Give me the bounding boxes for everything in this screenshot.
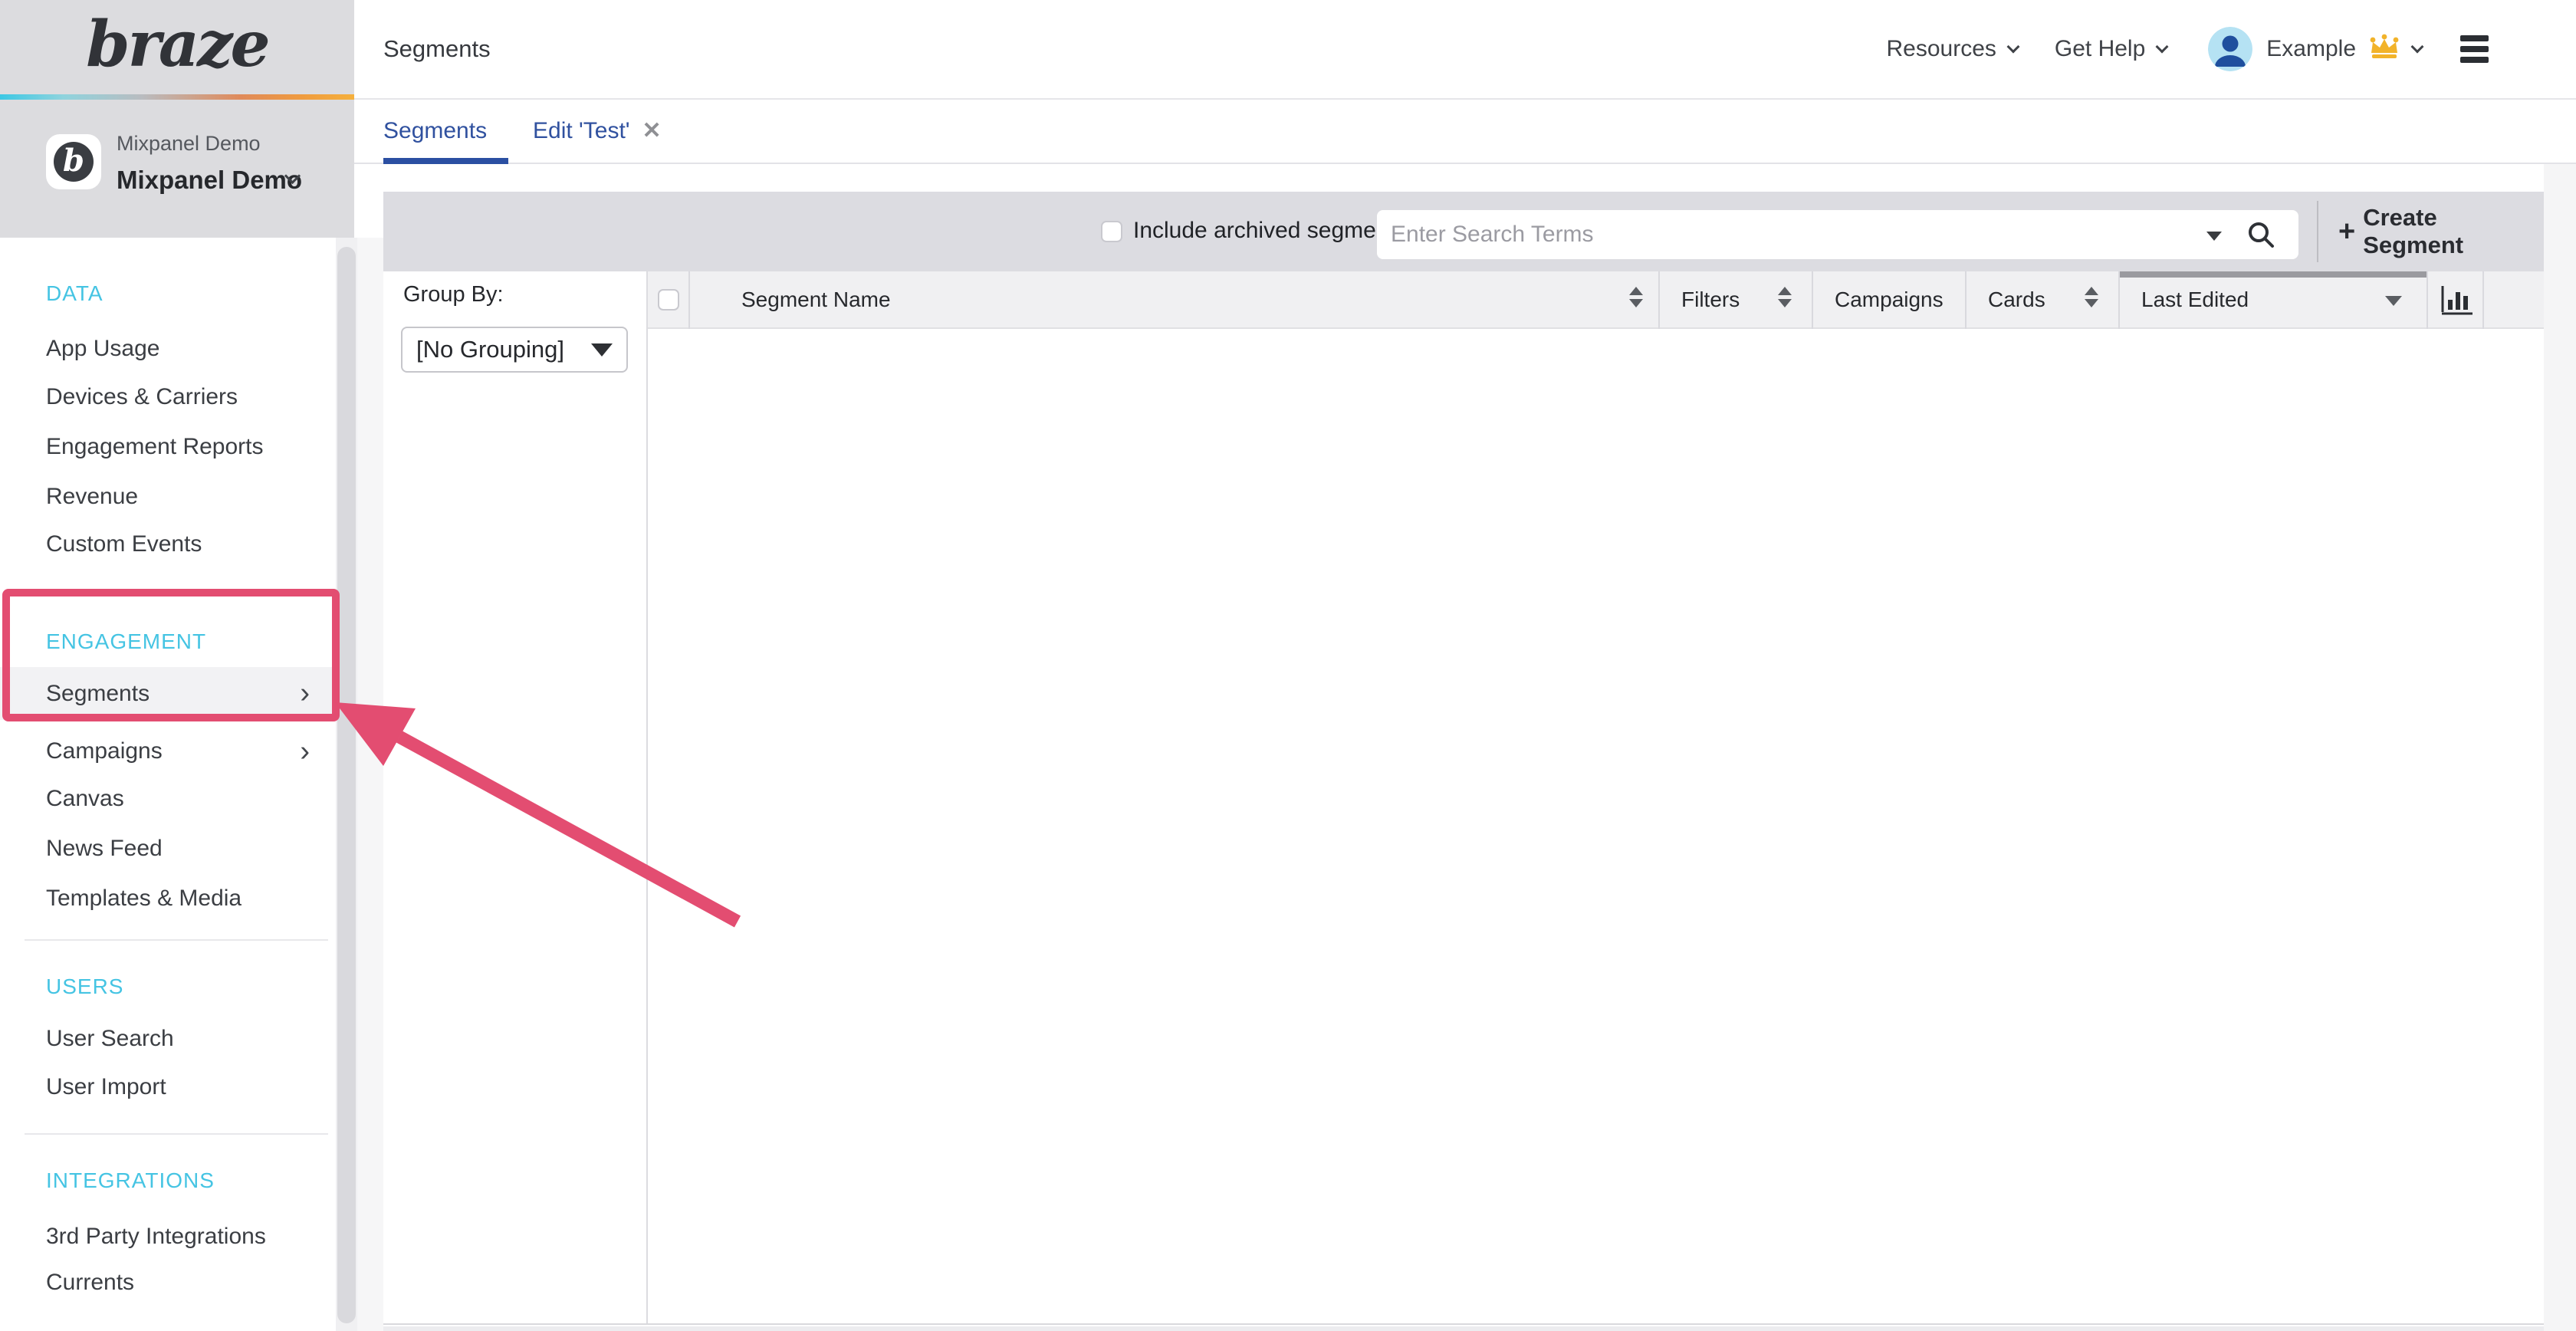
crown-icon — [2368, 33, 2400, 65]
hamburger-menu-button[interactable] — [2460, 35, 2489, 63]
sidebar-item-user-import[interactable]: User Import — [0, 1063, 336, 1111]
sidebar-section-data: DATA — [0, 270, 336, 317]
segments-content: Group By: [No Grouping] Segment Name Fil… — [383, 271, 2544, 1325]
top-header: Segments Resources Get Help Example — [354, 0, 2576, 100]
sidebar-section-users: USERS — [0, 963, 336, 1011]
tab-edit-test[interactable]: Edit 'Test' ✕ — [533, 100, 662, 163]
filter-bar-divider — [2317, 201, 2318, 262]
group-by-value: [No Grouping] — [416, 328, 564, 371]
workspace-name: Mixpanel Demo — [117, 166, 302, 195]
sidebar-item-templates-media[interactable]: Templates & Media — [0, 875, 336, 922]
close-icon[interactable]: ✕ — [642, 100, 662, 163]
chevron-down-icon — [2006, 41, 2019, 54]
sidebar-scrollbar[interactable] — [336, 238, 357, 1331]
sidebar-item-3rd-party-integrations[interactable]: 3rd Party Integrations — [0, 1213, 336, 1260]
table-header: Segment Name Filters Campaigns Cards Las… — [648, 271, 2544, 329]
sidebar-item-currents[interactable]: Currents — [0, 1259, 336, 1306]
sidebar-section-integrations: INTEGRATIONS — [0, 1157, 336, 1204]
sidebar-item-canvas[interactable]: Canvas — [0, 775, 336, 823]
column-analytics[interactable] — [2428, 271, 2484, 329]
top-right-menu: Resources Get Help Example — [1886, 0, 2489, 98]
sidebar-section-engagement: ENGAGEMENT — [0, 618, 336, 666]
search-box — [1377, 210, 2298, 259]
workspace-monogram: b — [54, 142, 94, 182]
search-icon[interactable] — [2246, 220, 2277, 251]
select-all-checkbox[interactable] — [658, 289, 679, 311]
chevron-down-icon — [2411, 41, 2424, 54]
column-last-edited[interactable]: Last Edited — [2120, 271, 2428, 329]
group-by-label: Group By: — [403, 282, 504, 307]
segments-filter-bar: Include archived segments + Create Segme… — [383, 192, 2544, 271]
sidebar-divider — [25, 939, 328, 941]
sort-icon[interactable] — [2085, 287, 2098, 307]
search-input[interactable] — [1377, 210, 2298, 259]
sidebar-scrollbar-thumb[interactable] — [337, 247, 356, 1323]
sidebar-item-custom-events[interactable]: Custom Events — [0, 521, 336, 568]
select-all-cell — [648, 271, 690, 329]
chevron-right-icon: › — [300, 667, 310, 720]
sidebar-content-gap — [357, 238, 383, 1331]
sidebar-item-revenue[interactable]: Revenue — [0, 473, 336, 521]
search-dropdown-caret-icon[interactable] — [2206, 232, 2222, 241]
sort-icon[interactable] — [1778, 287, 1792, 307]
sort-desc-caret-icon[interactable] — [2385, 296, 2402, 306]
user-name: Example — [2266, 36, 2356, 62]
workspace-switcher[interactable]: b Mixpanel Demo Mixpanel Demo — [0, 123, 354, 215]
sidebar-item-campaigns[interactable]: Campaigns › — [0, 728, 336, 775]
content-bottom-edge — [383, 1326, 2544, 1331]
brand-gradient-divider — [0, 94, 354, 100]
workspace-company-label: Mixpanel Demo — [117, 132, 261, 156]
sidebar-item-segments[interactable]: Segments › — [0, 667, 336, 720]
tab-segments[interactable]: Segments — [383, 100, 487, 163]
group-by-dropdown[interactable]: [No Grouping] — [401, 327, 628, 373]
tabs-bar: Segments Edit 'Test' ✕ — [354, 100, 2576, 164]
sort-icon[interactable] — [1629, 287, 1643, 307]
dropdown-caret-icon — [591, 343, 613, 357]
braze-logo: braze — [0, 8, 354, 81]
column-segment-name[interactable]: Segment Name — [690, 271, 1660, 329]
chevron-down-icon — [2156, 41, 2169, 54]
chevron-right-icon: › — [300, 728, 310, 775]
sidebar-item-devices-carriers[interactable]: Devices & Carriers — [0, 373, 336, 421]
include-archived-checkbox[interactable] — [1101, 221, 1122, 242]
include-archived-label: Include archived segments — [1133, 218, 1407, 244]
create-segment-button[interactable]: + Create Segment — [2338, 192, 2544, 271]
sidebar-nav: DATA App Usage Devices & Carriers Engage… — [0, 238, 336, 1331]
bar-chart-icon — [2439, 284, 2474, 317]
sidebar-item-user-search[interactable]: User Search — [0, 1015, 336, 1063]
column-spacer — [2484, 271, 2544, 329]
sidebar-item-app-usage[interactable]: App Usage — [0, 325, 336, 373]
get-help-menu[interactable]: Get Help — [2055, 36, 2167, 62]
column-campaigns[interactable]: Campaigns — [1813, 271, 1967, 329]
user-menu[interactable]: Example — [2208, 27, 2422, 71]
sidebar-item-news-feed[interactable]: News Feed — [0, 825, 336, 873]
sidebar-item-engagement-reports[interactable]: Engagement Reports — [0, 423, 336, 471]
group-by-panel: Group By: [No Grouping] — [383, 271, 648, 1323]
sidebar-divider — [25, 1133, 328, 1135]
hamburger-icon — [2460, 35, 2489, 41]
column-cards[interactable]: Cards — [1967, 271, 2120, 329]
plus-icon: + — [2338, 215, 2355, 248]
table-body-empty — [648, 329, 2544, 1323]
workspace-avatar: b — [46, 134, 101, 189]
content-right-gutter — [2544, 164, 2576, 1331]
resources-menu[interactable]: Resources — [1886, 36, 2017, 62]
page-title: Segments — [383, 0, 491, 98]
sidebar-header: braze b Mixpanel Demo Mixpanel Demo — [0, 0, 354, 238]
active-tab-underline — [383, 158, 508, 164]
user-avatar-icon — [2208, 27, 2252, 71]
column-filters[interactable]: Filters — [1660, 271, 1813, 329]
